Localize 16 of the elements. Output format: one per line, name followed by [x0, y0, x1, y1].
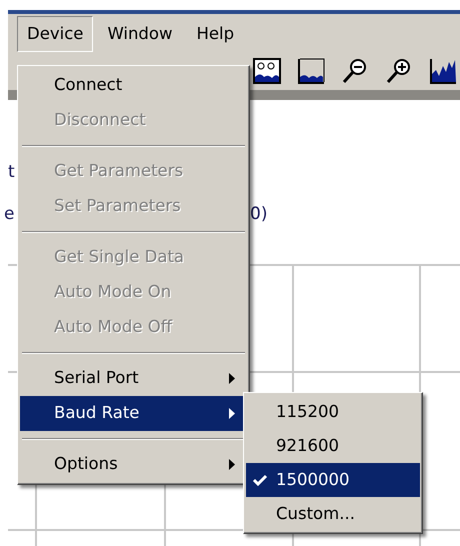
menu-bar-item[interactable]: Help: [186, 16, 244, 52]
menu-item[interactable]: 115200: [246, 395, 420, 429]
menu-item[interactable]: Options: [20, 447, 247, 482]
menu-bar-item[interactable]: Device: [17, 16, 94, 52]
area-chart-icon[interactable]: [296, 56, 326, 86]
menu-item[interactable]: Serial Port: [20, 361, 247, 396]
text-fragment: e: [4, 203, 14, 226]
menu-item[interactable]: Connect: [20, 68, 247, 103]
text-fragment: 0): [250, 203, 268, 226]
menu-bar-item[interactable]: Window: [97, 16, 182, 52]
menu-item[interactable]: Custom...: [246, 497, 420, 531]
image-chart-icon[interactable]: [252, 56, 282, 86]
text-fragment: t: [8, 161, 15, 184]
histogram-icon[interactable]: [428, 56, 458, 86]
menu-item[interactable]: 921600: [246, 429, 420, 463]
menu-item[interactable]: 1500000: [246, 463, 420, 497]
